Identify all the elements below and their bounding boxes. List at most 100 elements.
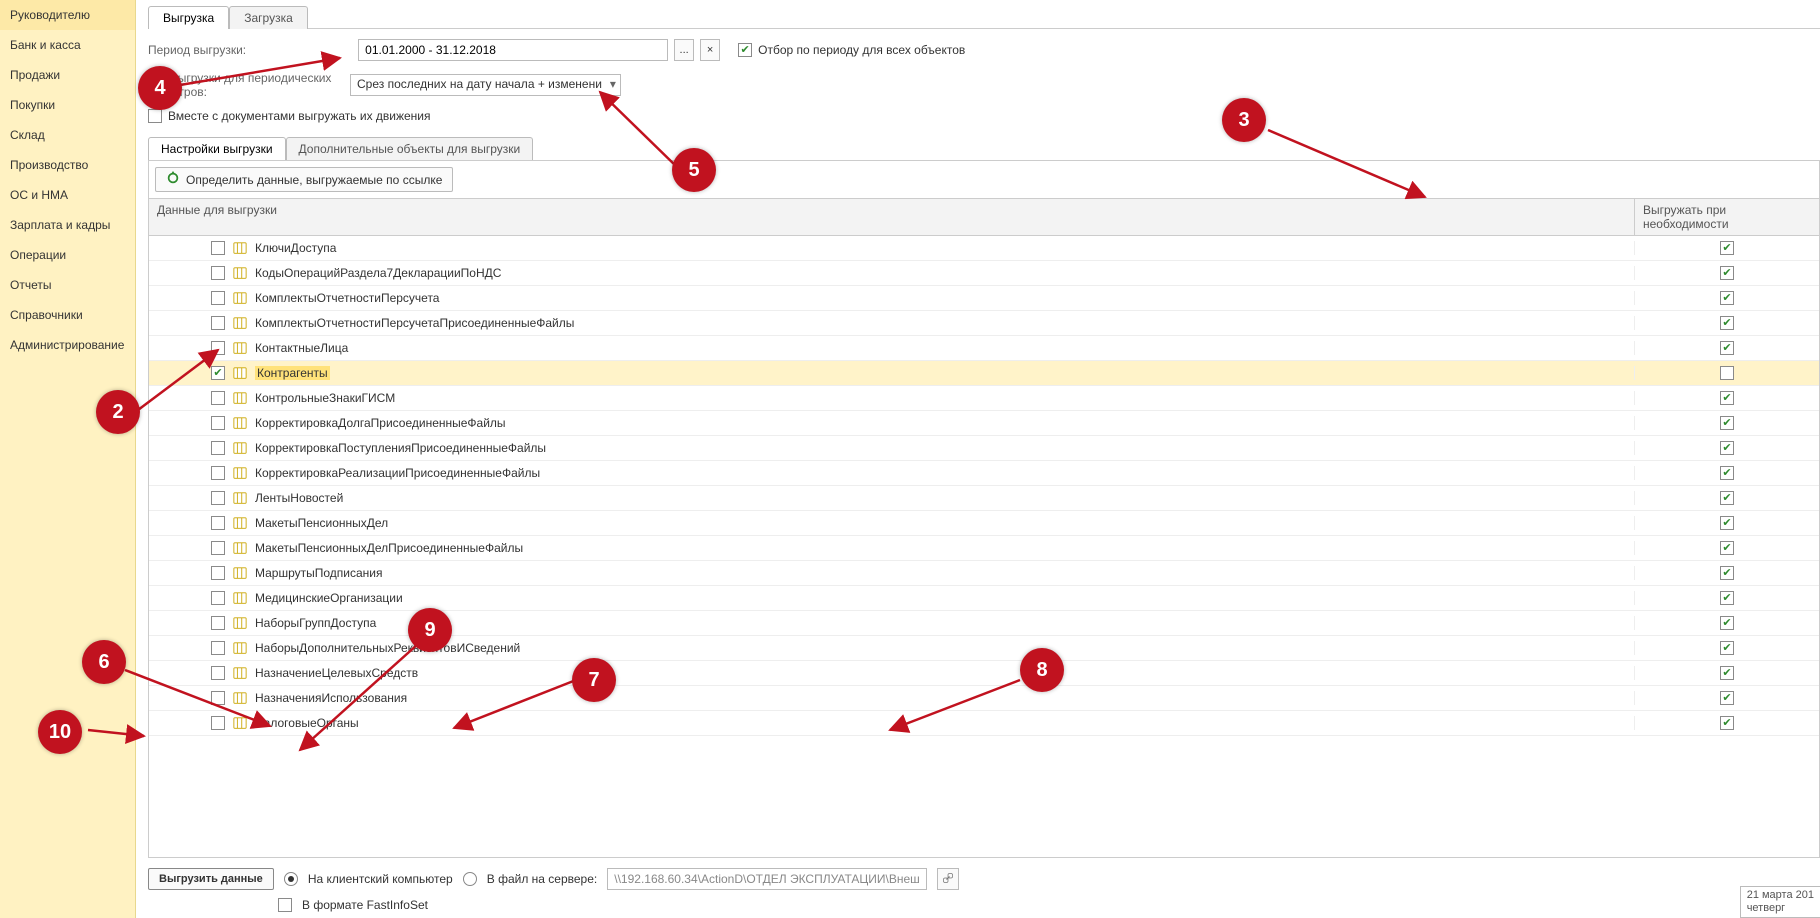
with-docs-checkbox[interactable] (148, 109, 162, 123)
row-label: НазначениеЦелевыхСредств (255, 666, 418, 680)
row-need-checkbox[interactable] (1720, 441, 1734, 455)
top-tabs: Выгрузка Загрузка (148, 6, 1820, 29)
table-row[interactable]: КорректировкаДолгаПрисоединенныеФайлы (149, 411, 1819, 436)
sidebar-item-4[interactable]: Склад (0, 120, 135, 150)
table-row[interactable]: КомплектыОтчетностиПерсучетаПрисоединенн… (149, 311, 1819, 336)
radio-server[interactable] (463, 872, 477, 886)
row-select-checkbox[interactable] (211, 416, 225, 430)
row-select-checkbox[interactable] (211, 316, 225, 330)
row-need-checkbox[interactable] (1720, 716, 1734, 730)
row-need-checkbox[interactable] (1720, 266, 1734, 280)
sidebar-item-5[interactable]: Производство (0, 150, 135, 180)
sidebar-item-8[interactable]: Операции (0, 240, 135, 270)
export-button[interactable]: Выгрузить данные (148, 868, 274, 890)
row-select-checkbox[interactable] (211, 666, 225, 680)
row-select-checkbox[interactable] (211, 391, 225, 405)
server-path-input[interactable] (607, 868, 927, 890)
subtab-settings[interactable]: Настройки выгрузки (148, 137, 286, 160)
row-select-checkbox[interactable] (211, 491, 225, 505)
table-row[interactable]: НалоговыеОрганы (149, 711, 1819, 736)
table-row[interactable]: КонтактныеЛица (149, 336, 1819, 361)
row-need-checkbox[interactable] (1720, 316, 1734, 330)
table-row[interactable]: МакетыПенсионныхДелПрисоединенныеФайлы (149, 536, 1819, 561)
row-select-checkbox[interactable] (211, 441, 225, 455)
table-row[interactable]: НазначенияИспользования (149, 686, 1819, 711)
col-header-name[interactable]: Данные для выгрузки (149, 199, 1635, 235)
row-name-cell: МедицинскиеОрганизации (149, 591, 1635, 605)
row-need-checkbox[interactable] (1720, 366, 1734, 380)
row-need-checkbox[interactable] (1720, 341, 1734, 355)
row-need-checkbox[interactable] (1720, 541, 1734, 555)
row-need-checkbox[interactable] (1720, 691, 1734, 705)
table-row[interactable]: МаршрутыПодписания (149, 561, 1819, 586)
tab-export[interactable]: Выгрузка (148, 6, 229, 29)
row-name-cell: НазначениеЦелевыхСредств (149, 666, 1635, 680)
row-select-checkbox[interactable] (211, 641, 225, 655)
bottom-bar: Выгрузить данные На клиентский компьютер… (148, 858, 1820, 918)
col-header-need[interactable]: Выгружать при необходимости (1635, 199, 1819, 235)
catalog-icon (233, 341, 247, 355)
fastinfoset-label: В формате FastInfoSet (302, 898, 428, 912)
row-select-checkbox[interactable] (211, 516, 225, 530)
sidebar-item-1[interactable]: Банк и касса (0, 30, 135, 60)
detect-data-button[interactable]: Определить данные, выгружаемые по ссылке (155, 167, 453, 192)
table-row[interactable]: НазначениеЦелевыхСредств (149, 661, 1819, 686)
table-row[interactable]: КорректировкаРеализацииПрисоединенныеФай… (149, 461, 1819, 486)
row-need-checkbox[interactable] (1720, 616, 1734, 630)
row-need-checkbox[interactable] (1720, 591, 1734, 605)
row-need-checkbox[interactable] (1720, 491, 1734, 505)
table-row[interactable]: КлючиДоступа (149, 236, 1819, 261)
radio-client[interactable] (284, 872, 298, 886)
row-select-checkbox[interactable] (211, 241, 225, 255)
sidebar-item-2[interactable]: Продажи (0, 60, 135, 90)
sidebar-item-7[interactable]: Зарплата и кадры (0, 210, 135, 240)
row-need-checkbox[interactable] (1720, 391, 1734, 405)
fastinfoset-checkbox[interactable] (278, 898, 292, 912)
sidebar-item-0[interactable]: Руководителю (0, 0, 135, 30)
row-label: Контрагенты (255, 366, 330, 380)
row-select-checkbox[interactable] (211, 566, 225, 580)
row-select-checkbox[interactable] (211, 716, 225, 730)
row-label: МедицинскиеОрганизации (255, 591, 403, 605)
table-row[interactable]: НаборыДополнительныхРеквизитовИСведений (149, 636, 1819, 661)
row-need-checkbox[interactable] (1720, 291, 1734, 305)
table-row[interactable]: МакетыПенсионныхДел (149, 511, 1819, 536)
subtab-extra[interactable]: Дополнительные объекты для выгрузки (286, 137, 534, 160)
row-select-checkbox[interactable] (211, 466, 225, 480)
sidebar-item-9[interactable]: Отчеты (0, 270, 135, 300)
row-need-checkbox[interactable] (1720, 466, 1734, 480)
row-need-checkbox[interactable] (1720, 416, 1734, 430)
row-select-checkbox[interactable] (211, 291, 225, 305)
row-need-checkbox[interactable] (1720, 666, 1734, 680)
table-row[interactable]: ЛентыНовостей (149, 486, 1819, 511)
row-select-checkbox[interactable] (211, 541, 225, 555)
table-row[interactable]: КонтрольныеЗнакиГИСМ (149, 386, 1819, 411)
table-row[interactable]: КодыОперацийРаздела7ДекларацииПоНДС (149, 261, 1819, 286)
row-select-checkbox[interactable] (211, 591, 225, 605)
row-select-checkbox[interactable] (211, 691, 225, 705)
row-need-checkbox[interactable] (1720, 566, 1734, 580)
periodic-select[interactable]: Срез последних на дату начала + изменени (350, 74, 621, 96)
row-need-checkbox[interactable] (1720, 516, 1734, 530)
period-ellipsis-button[interactable]: ... (674, 39, 694, 61)
row-need-checkbox[interactable] (1720, 241, 1734, 255)
row-select-checkbox[interactable] (211, 616, 225, 630)
server-path-browse-button[interactable] (937, 868, 959, 890)
table-row[interactable]: Контрагенты (149, 361, 1819, 386)
sidebar-item-6[interactable]: ОС и НМА (0, 180, 135, 210)
row-select-checkbox[interactable] (211, 341, 225, 355)
table-row[interactable]: НаборыГруппДоступа (149, 611, 1819, 636)
filter-all-checkbox[interactable] (738, 43, 752, 57)
row-select-checkbox[interactable] (211, 366, 225, 380)
period-clear-button[interactable]: × (700, 39, 720, 61)
row-need-checkbox[interactable] (1720, 641, 1734, 655)
table-row[interactable]: КомплектыОтчетностиПерсучета (149, 286, 1819, 311)
tab-import[interactable]: Загрузка (229, 6, 308, 29)
period-input[interactable] (358, 39, 668, 61)
sidebar-item-10[interactable]: Справочники (0, 300, 135, 330)
sidebar-item-11[interactable]: Администрирование (0, 330, 135, 360)
row-select-checkbox[interactable] (211, 266, 225, 280)
table-row[interactable]: МедицинскиеОрганизации (149, 586, 1819, 611)
sidebar-item-3[interactable]: Покупки (0, 90, 135, 120)
table-row[interactable]: КорректировкаПоступленияПрисоединенныеФа… (149, 436, 1819, 461)
